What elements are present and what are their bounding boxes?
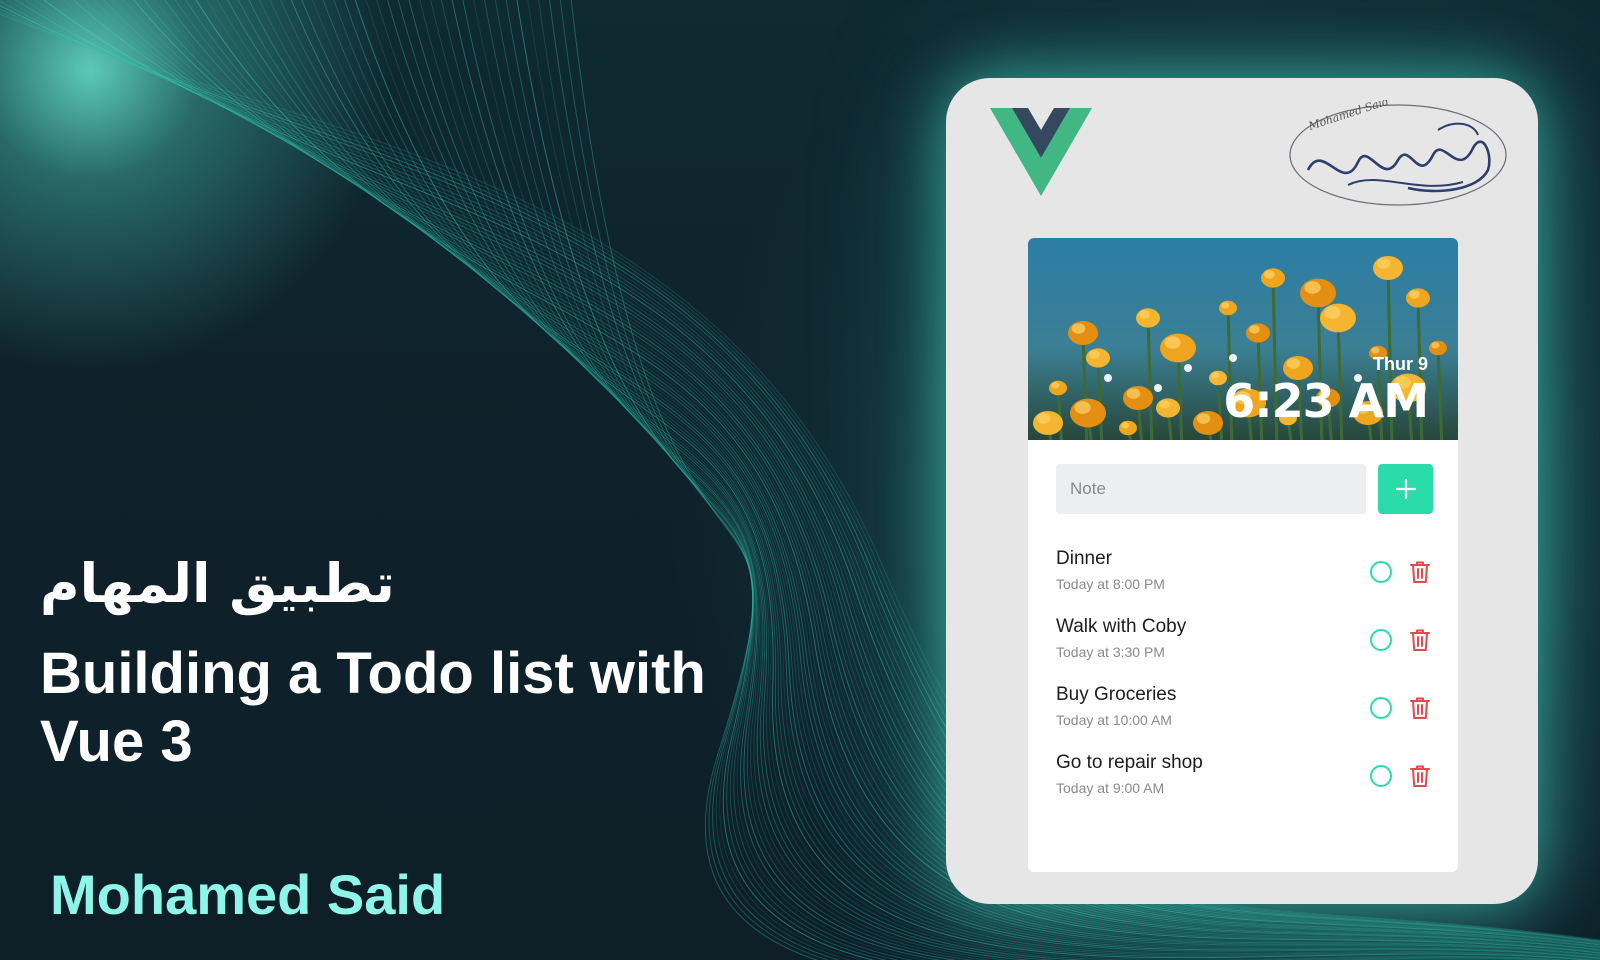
todo-item: Dinner Today at 8:00 PM bbox=[1056, 548, 1436, 616]
trash-icon[interactable] bbox=[1408, 627, 1432, 653]
todo-time: Today at 9:00 AM bbox=[1056, 780, 1165, 796]
todo-item: Buy Groceries Today at 10:00 AM bbox=[1056, 684, 1436, 752]
todo-title: Dinner bbox=[1056, 548, 1112, 569]
plus-icon bbox=[1395, 478, 1416, 500]
hero-banner: Thur 9 6:23 AM bbox=[1028, 238, 1458, 440]
trash-icon[interactable] bbox=[1408, 695, 1432, 721]
complete-toggle[interactable] bbox=[1370, 629, 1392, 651]
complete-toggle[interactable] bbox=[1370, 765, 1392, 787]
arabic-title: تطبيق المهام bbox=[40, 552, 395, 615]
todo-list: Dinner Today at 8:00 PM Walk with Coby Toda… bbox=[1056, 548, 1436, 820]
add-todo-button[interactable] bbox=[1378, 464, 1433, 514]
author-name: Mohamed Said bbox=[50, 863, 446, 926]
todo-title: Walk with Coby bbox=[1056, 616, 1187, 637]
todo-time: Today at 3:30 PM bbox=[1056, 644, 1165, 660]
todo-app: Thur 9 6:23 AM Dinner Today at 8:00 PM Wal… bbox=[1028, 238, 1458, 872]
page-title: Building a Todo list with Vue 3 bbox=[40, 641, 706, 774]
todo-item: Go to repair shop Today at 9:00 AM bbox=[1056, 752, 1436, 820]
vue-logo-icon bbox=[990, 108, 1092, 196]
signature-logo: Mohamed Said bbox=[1289, 100, 1507, 206]
date-label: Thur 9 bbox=[1372, 354, 1428, 374]
todo-title: Go to repair shop bbox=[1056, 752, 1203, 773]
note-input[interactable] bbox=[1056, 464, 1366, 514]
complete-toggle[interactable] bbox=[1370, 561, 1392, 583]
complete-toggle[interactable] bbox=[1370, 697, 1392, 719]
svg-text:Mohamed Said: Mohamed Said bbox=[1306, 100, 1391, 133]
clock-time: 6:23 AM bbox=[1223, 374, 1429, 428]
todo-time: Today at 8:00 PM bbox=[1056, 576, 1165, 592]
trash-icon[interactable] bbox=[1408, 763, 1432, 789]
app-preview-card: Mohamed Said Thur 9 6:23 AM Note Dinner … bbox=[946, 78, 1538, 904]
todo-item: Walk with Coby Today at 3:30 PM bbox=[1056, 616, 1436, 684]
trash-icon[interactable] bbox=[1408, 559, 1432, 585]
todo-time: Today at 10:00 AM bbox=[1056, 712, 1172, 728]
todo-title: Buy Groceries bbox=[1056, 684, 1177, 705]
